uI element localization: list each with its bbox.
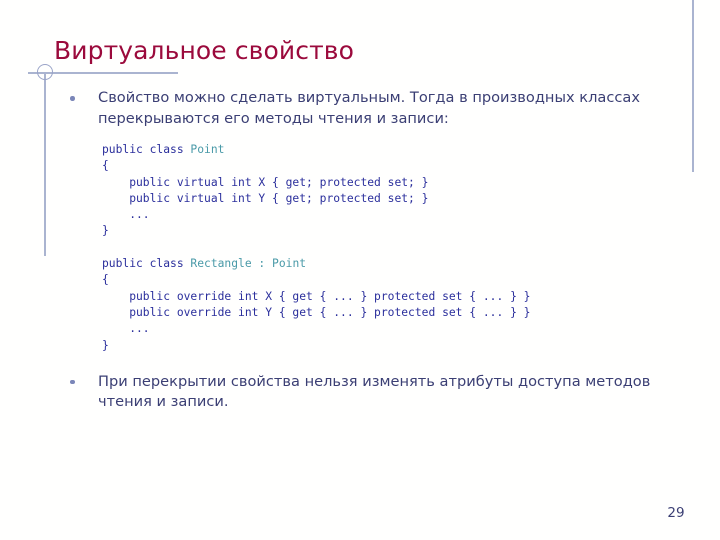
code-spacer bbox=[70, 354, 700, 372]
code-keyword-token: public override int X { get { ... } prot… bbox=[102, 289, 531, 303]
bullet-dot-icon bbox=[70, 372, 98, 385]
bullet-item-2: При перекрытии свойства нельзя изменять … bbox=[70, 372, 700, 413]
code-keyword-token: public virtual int X { get; protected se… bbox=[102, 175, 429, 189]
slide-body: Свойство можно сделать виртуальным. Тогд… bbox=[70, 88, 700, 413]
code-keyword-token: public virtual int Y { get; protected se… bbox=[102, 191, 429, 205]
code-keyword-token: ... bbox=[102, 208, 150, 222]
bullet-text-2: При перекрытии свойства нельзя изменять … bbox=[98, 372, 651, 411]
code-line: ... bbox=[102, 207, 700, 223]
slide-canvas: Виртуальное свойство Свойство можно сдел… bbox=[0, 0, 720, 540]
code-line: } bbox=[102, 223, 700, 239]
code-type-token: Point bbox=[190, 143, 225, 156]
code-keyword-token: ... bbox=[102, 322, 150, 336]
code-line: public override int Y { get { ... } prot… bbox=[102, 305, 700, 321]
code-line: public virtual int X { get; protected se… bbox=[102, 175, 700, 191]
bullet-dot-icon bbox=[70, 88, 98, 101]
bullet-text-1: Свойство можно сделать виртуальным. Тогд… bbox=[98, 89, 640, 127]
code-line: public virtual int Y { get; protected se… bbox=[102, 191, 700, 207]
code-block: public class Point{ public virtual int X… bbox=[102, 142, 700, 354]
page-number: 29 bbox=[667, 505, 685, 521]
code-keyword-token: public class bbox=[102, 143, 191, 156]
code-type-token: Rectangle : Point bbox=[190, 257, 307, 271]
code-line: } bbox=[102, 338, 700, 354]
code-line: { bbox=[102, 272, 700, 288]
code-line: ... bbox=[102, 321, 700, 337]
code-keyword-token: public class bbox=[102, 257, 191, 271]
code-line: public class Rectangle : Point bbox=[102, 256, 700, 272]
code-keyword-token: { bbox=[102, 159, 109, 173]
code-line: { bbox=[102, 158, 700, 174]
code-line: public override int X { get { ... } prot… bbox=[102, 289, 700, 305]
bullet-item-1: Свойство можно сделать виртуальным. Тогд… bbox=[70, 88, 700, 129]
code-keyword-token: public override int Y { get { ... } prot… bbox=[102, 305, 531, 319]
decoration-vertical-line-left bbox=[44, 72, 46, 256]
code-keyword-token: } bbox=[102, 224, 109, 238]
slide-title: Виртуальное свойство bbox=[54, 36, 354, 65]
code-keyword-token: { bbox=[102, 273, 109, 287]
code-line: public class Point bbox=[102, 142, 700, 158]
decoration-circle-icon bbox=[37, 64, 53, 80]
code-keyword-token: } bbox=[102, 338, 109, 352]
